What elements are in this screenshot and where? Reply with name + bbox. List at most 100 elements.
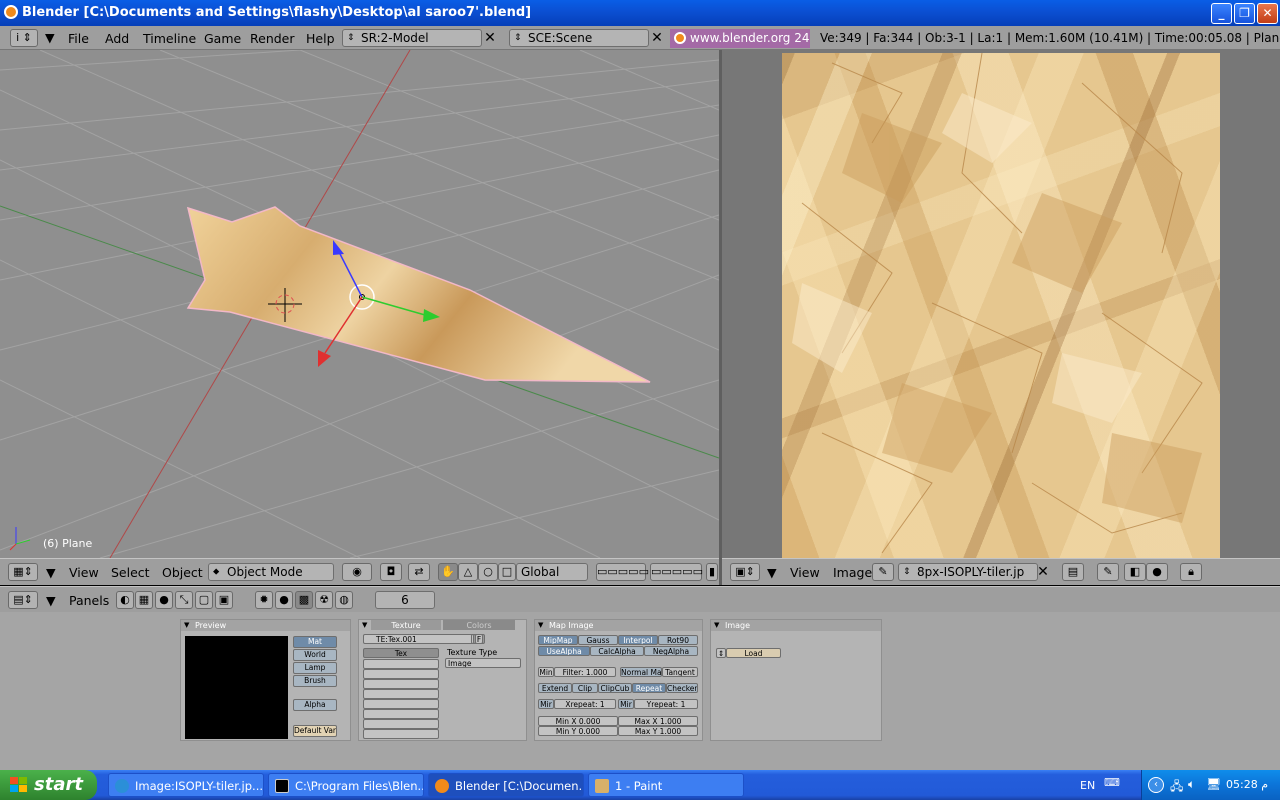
preview-brush-button[interactable]: Brush	[293, 675, 337, 687]
translate-icon[interactable]: △	[458, 563, 478, 581]
mirror-x-toggle[interactable]: Mir	[538, 699, 554, 709]
tex-channel-8[interactable]	[363, 729, 439, 739]
tex-channel-4[interactable]	[363, 689, 439, 699]
default-var-button[interactable]: Default Var	[293, 725, 337, 737]
negalpha-toggle[interactable]: NegAlpha	[644, 646, 698, 656]
clipcube-toggle[interactable]: ClipCub	[598, 683, 632, 693]
preview-lamp-button[interactable]: Lamp	[293, 662, 337, 674]
monitor-icon[interactable]: 🖥︎	[1206, 777, 1221, 791]
maximize-button[interactable]: ❐	[1234, 3, 1255, 24]
collapse-icon[interactable]: ▼	[45, 30, 55, 45]
lamp-icon[interactable]: ✹	[255, 591, 273, 609]
menu-select[interactable]: Select	[111, 565, 150, 580]
menu-game[interactable]: Game	[204, 31, 241, 46]
align-icon[interactable]: ⇄	[408, 563, 430, 581]
pivot-icon[interactable]: ◘	[380, 563, 402, 581]
rot90-toggle[interactable]: Rot90	[658, 635, 698, 645]
tab-texture[interactable]: Texture	[371, 620, 441, 630]
scene-icon[interactable]: ▣	[215, 591, 233, 609]
uv-sync-icon[interactable]: ◧	[1124, 563, 1146, 581]
menu-timeline[interactable]: Timeline	[143, 31, 196, 46]
xrepeat-field[interactable]: Xrepeat: 1	[554, 699, 616, 709]
screen-selector[interactable]: ⇕ SR:2-Model	[342, 29, 482, 47]
gauss-toggle[interactable]: Gauss	[578, 635, 618, 645]
scale-icon[interactable]: □	[498, 563, 516, 581]
show-hidden-icons[interactable]: ‹	[1148, 777, 1164, 793]
lock-icon[interactable]: 🔒︎	[1180, 563, 1202, 581]
blender-url[interactable]: www.blender.org 246	[670, 29, 810, 48]
image-editor-type-icon[interactable]: ▣⇕	[730, 563, 760, 581]
min-toggle[interactable]: Min	[538, 667, 554, 677]
tex-channel-2[interactable]	[363, 669, 439, 679]
collapse-menu-icon[interactable]: ▼	[46, 565, 56, 580]
script-icon[interactable]: ▦	[135, 591, 153, 609]
task-image-viewer[interactable]: Image:ISOPLY-tiler.jp...	[108, 773, 264, 797]
ime-icon[interactable]: ⌨	[1104, 776, 1120, 789]
manipulator-hand-icon[interactable]: ✋	[438, 563, 458, 581]
mipmap-toggle[interactable]: MipMap	[538, 635, 578, 645]
close-button[interactable]: ✕	[1257, 3, 1278, 24]
menu-view[interactable]: View	[69, 565, 99, 580]
layers-row2-icon[interactable]: ▭▭▭▭▭	[650, 563, 703, 581]
image-editor[interactable]	[722, 50, 1280, 558]
world-icon[interactable]: ◍	[335, 591, 353, 609]
calcalpha-toggle[interactable]: CalcAlpha	[590, 646, 644, 656]
lock-layers-icon[interactable]: ▮	[706, 563, 718, 581]
tex-channel-1[interactable]	[363, 659, 439, 669]
tab-colors[interactable]: Colors	[443, 620, 515, 630]
language-indicator[interactable]: EN	[1080, 779, 1095, 792]
tex-channel-3[interactable]	[363, 679, 439, 689]
volume-icon[interactable]: 🔈︎	[1188, 777, 1195, 792]
paint-icon[interactable]: ✎	[1097, 563, 1119, 581]
min-x-field[interactable]: Min X 0.000	[538, 716, 618, 726]
checker-toggle[interactable]: Checker	[666, 683, 698, 693]
draw-type-icon[interactable]: ◉	[342, 563, 372, 581]
delete-scene-button[interactable]: ✕	[648, 29, 666, 47]
menu-object[interactable]: Object	[162, 565, 203, 580]
tex-channel-5[interactable]	[363, 699, 439, 709]
object-icon[interactable]: ⤡	[175, 591, 193, 609]
collapse-menu-icon[interactable]: ▼	[767, 565, 777, 580]
load-image-button[interactable]: Load	[726, 648, 781, 658]
alpha-button[interactable]: Alpha	[293, 699, 337, 711]
layers-row1-icon[interactable]: ▭▭▭▭▭	[596, 563, 649, 581]
buttons-editor-type-icon[interactable]: ▤⇕	[8, 591, 38, 609]
image-settings-icon[interactable]: ▤	[1062, 563, 1084, 581]
tangent-selector[interactable]: Tangent	[662, 667, 698, 677]
pin-icon[interactable]: ✎	[872, 563, 894, 581]
texture-fake-user[interactable]: F	[475, 634, 483, 644]
frame-number[interactable]: 6	[375, 591, 435, 609]
orientation-selector[interactable]: Global	[516, 563, 588, 581]
task-blender[interactable]: Blender [C:\Documen...	[428, 773, 584, 797]
minimize-button[interactable]: _	[1211, 3, 1232, 24]
texture-type-selector[interactable]: Image	[445, 658, 521, 668]
image-panel-title[interactable]: Image	[711, 620, 881, 631]
osb-texture-image[interactable]	[782, 53, 1220, 558]
map-image-panel-title[interactable]: Map Image	[535, 620, 702, 631]
clip-toggle[interactable]: Clip	[572, 683, 598, 693]
preview-world-button[interactable]: World	[293, 649, 337, 661]
extend-toggle[interactable]: Extend	[538, 683, 572, 693]
min-y-field[interactable]: Min Y 0.000	[538, 726, 618, 736]
panels-menu[interactable]: Panels	[69, 593, 109, 608]
material-icon[interactable]: ●	[275, 591, 293, 609]
interpol-toggle[interactable]: Interpol	[618, 635, 658, 645]
max-x-field[interactable]: Max X 1.000	[618, 716, 698, 726]
dot-icon[interactable]: ●	[1146, 563, 1168, 581]
editing-icon[interactable]: ▢	[195, 591, 213, 609]
image-browse-icon[interactable]: ⇕	[716, 648, 726, 658]
preview-mat-button[interactable]: Mat	[293, 636, 337, 648]
view3d-editor-type-icon[interactable]: ▦⇕	[8, 563, 38, 581]
image-selector[interactable]: ⇕ 8px-ISOPLY-tiler.jp	[898, 563, 1038, 581]
menu-view-image[interactable]: View	[790, 565, 820, 580]
preview-panel-title[interactable]: Preview	[181, 620, 350, 631]
missile-mesh[interactable]	[186, 206, 651, 383]
radio-icon[interactable]: ☢	[315, 591, 333, 609]
menu-add[interactable]: Add	[105, 31, 129, 46]
shading-icon[interactable]: ●	[155, 591, 173, 609]
collapse-menu-icon[interactable]: ▼	[46, 593, 56, 608]
3d-viewport[interactable]: (6) Plane	[0, 50, 719, 558]
repeat-toggle[interactable]: Repeat	[632, 683, 666, 693]
texture-icon[interactable]: ▩	[295, 591, 313, 609]
delete-screen-button[interactable]: ✕	[481, 29, 499, 47]
